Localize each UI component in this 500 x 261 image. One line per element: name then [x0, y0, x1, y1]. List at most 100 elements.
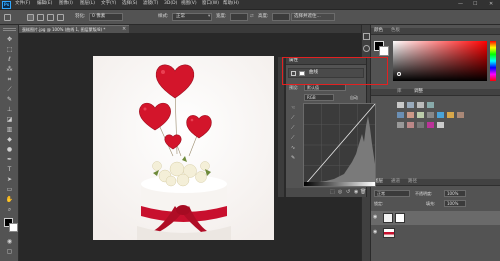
crop-icon[interactable]: ⌗	[4, 75, 15, 84]
color-balance-icon[interactable]	[417, 112, 424, 118]
black-point-eyedropper-icon[interactable]: ⟋	[291, 116, 295, 121]
quick-mask-icon[interactable]: ◉	[4, 237, 15, 246]
on-image-adjust-icon[interactable]: ☜	[291, 106, 295, 111]
fill-input[interactable]: 100%	[444, 200, 466, 207]
menu-select[interactable]: 选择(S)	[122, 1, 137, 7]
new-selection-icon[interactable]	[27, 14, 34, 21]
intersect-selection-icon[interactable]	[57, 14, 64, 21]
right-panels: 颜色 色板 库 调整 图层 通道 路径 正常 不透明度: 100% 锁定: 填充…	[371, 25, 500, 261]
layers-panel-header: 图层 通道 路径	[371, 179, 500, 186]
channel-mixer-icon[interactable]	[447, 112, 454, 118]
vibrance-icon[interactable]	[397, 112, 404, 118]
threshold-icon[interactable]	[417, 122, 424, 128]
menu-help[interactable]: 帮助(H)	[223, 1, 239, 7]
posterize-icon[interactable]	[407, 122, 414, 128]
curves-graph[interactable]	[303, 103, 376, 187]
menu-window[interactable]: 窗口(W)	[202, 1, 219, 7]
hand-icon[interactable]: ✋	[4, 195, 15, 204]
subtract-selection-icon[interactable]	[47, 14, 54, 21]
rectangle-icon[interactable]: ▭	[4, 185, 15, 194]
background-color-swatch[interactable]	[9, 223, 18, 232]
tab-paths[interactable]: 路径	[408, 179, 417, 185]
layer-row-curves[interactable]: ◉	[371, 211, 500, 225]
tab-color[interactable]: 颜色	[374, 28, 383, 34]
layer-row-background[interactable]: ◉	[371, 226, 500, 240]
channel-select[interactable]: RGB	[304, 94, 334, 101]
tab-swatches[interactable]: 色板	[391, 28, 400, 34]
reset-icon[interactable]: ↺	[346, 190, 350, 195]
pen-icon[interactable]: ✒	[4, 155, 15, 164]
curves-layer-thumbnail	[383, 213, 393, 223]
marquee-preset-icon[interactable]	[4, 14, 11, 21]
tab-adjustments[interactable]: 调整	[414, 89, 423, 95]
clone-stamp-icon[interactable]: ⊥	[4, 105, 15, 114]
brightness-contrast-icon[interactable]	[397, 102, 404, 108]
auto-button[interactable]: 自动	[350, 96, 358, 100]
tab-close-icon[interactable]: ×	[122, 27, 126, 32]
menu-3d[interactable]: 3D(D)	[164, 1, 177, 7]
eraser-icon[interactable]: ◪	[4, 115, 15, 124]
view-previous-icon[interactable]: ◎	[338, 190, 342, 195]
type-icon[interactable]: T	[4, 165, 15, 174]
black-white-icon[interactable]	[427, 112, 434, 118]
close-icon[interactable]: ✕	[489, 2, 493, 7]
hue-saturation-icon[interactable]	[407, 112, 414, 118]
zoom-icon[interactable]: ⌕	[4, 205, 15, 214]
gradient-icon[interactable]: ▥	[4, 125, 15, 134]
height-input[interactable]	[272, 13, 290, 21]
preset-select[interactable]: 默认值	[304, 84, 346, 91]
blur-icon[interactable]: ◆	[4, 135, 15, 144]
visibility-eye-icon[interactable]: ◉	[373, 215, 377, 220]
magic-wand-icon[interactable]: ⁂	[4, 65, 15, 74]
width-input[interactable]	[230, 13, 248, 21]
move-icon[interactable]: ✥	[4, 35, 15, 44]
white-point-eyedropper-icon[interactable]: ⟋	[291, 136, 295, 141]
photo-filter-icon[interactable]	[437, 112, 444, 118]
path-select-icon[interactable]: ➤	[4, 175, 15, 184]
screen-mode-icon[interactable]: ▢	[4, 247, 15, 256]
clip-layer-icon[interactable]: ⬚	[330, 190, 335, 195]
curves-icon[interactable]	[417, 102, 424, 108]
channel-value: RGB	[307, 95, 316, 100]
bg-color-chip[interactable]	[379, 46, 389, 56]
cake-image[interactable]	[93, 56, 274, 240]
lasso-icon[interactable]: ℓ	[4, 55, 15, 64]
menu-image[interactable]: 图像(I)	[59, 1, 73, 7]
tab-channels[interactable]: 通道	[391, 179, 400, 185]
brush-icon[interactable]: ✎	[4, 95, 15, 104]
opacity-input[interactable]: 100%	[444, 190, 466, 197]
color-field[interactable]	[393, 41, 487, 81]
pencil-mode-icon[interactable]: ✎	[291, 156, 295, 161]
invert-icon[interactable]	[397, 122, 404, 128]
document-tab[interactable]: 蛋糕图片.jpg @ 100% (曲线 1, 图层蒙版/8) * ×	[19, 25, 129, 33]
menu-file[interactable]: 文件(F)	[15, 1, 30, 7]
marquee-icon[interactable]: ⬚	[4, 45, 15, 54]
menu-layer[interactable]: 图层(L)	[80, 1, 95, 7]
exposure-icon[interactable]	[427, 102, 434, 108]
eyedropper-icon[interactable]: ⟋	[4, 85, 15, 94]
add-selection-icon[interactable]	[37, 14, 44, 21]
history-icon[interactable]	[363, 33, 370, 40]
hue-slider[interactable]	[490, 41, 496, 81]
swap-icon[interactable]: ⇄	[250, 14, 254, 20]
gradient-map-icon[interactable]	[437, 122, 444, 128]
gray-point-eyedropper-icon[interactable]: ⟋	[291, 126, 295, 131]
visibility-eye-icon[interactable]: ◉	[373, 230, 377, 235]
menu-view[interactable]: 视图(V)	[181, 1, 197, 7]
blend-mode-select[interactable]: 正常	[374, 190, 410, 197]
menu-edit[interactable]: 编辑(E)	[37, 1, 52, 7]
color-picker-ring	[397, 72, 401, 76]
color-lookup-icon[interactable]	[457, 112, 464, 118]
menu-filter[interactable]: 滤镜(T)	[143, 1, 158, 7]
menu-type[interactable]: 文字(Y)	[101, 1, 116, 7]
minimize-icon[interactable]: —	[458, 2, 463, 7]
delete-icon[interactable]: 🗑	[360, 190, 366, 195]
tab-libraries[interactable]: 库	[397, 89, 402, 95]
levels-icon[interactable]	[407, 102, 414, 108]
selective-color-icon[interactable]	[427, 122, 434, 128]
visibility-toggle-icon[interactable]: ◉	[354, 190, 358, 195]
curve-point-mode-icon[interactable]: ∿	[291, 146, 295, 151]
info-icon[interactable]	[363, 45, 370, 52]
maximize-icon[interactable]: ☐	[473, 2, 477, 7]
dodge-icon[interactable]: ●	[4, 145, 15, 154]
